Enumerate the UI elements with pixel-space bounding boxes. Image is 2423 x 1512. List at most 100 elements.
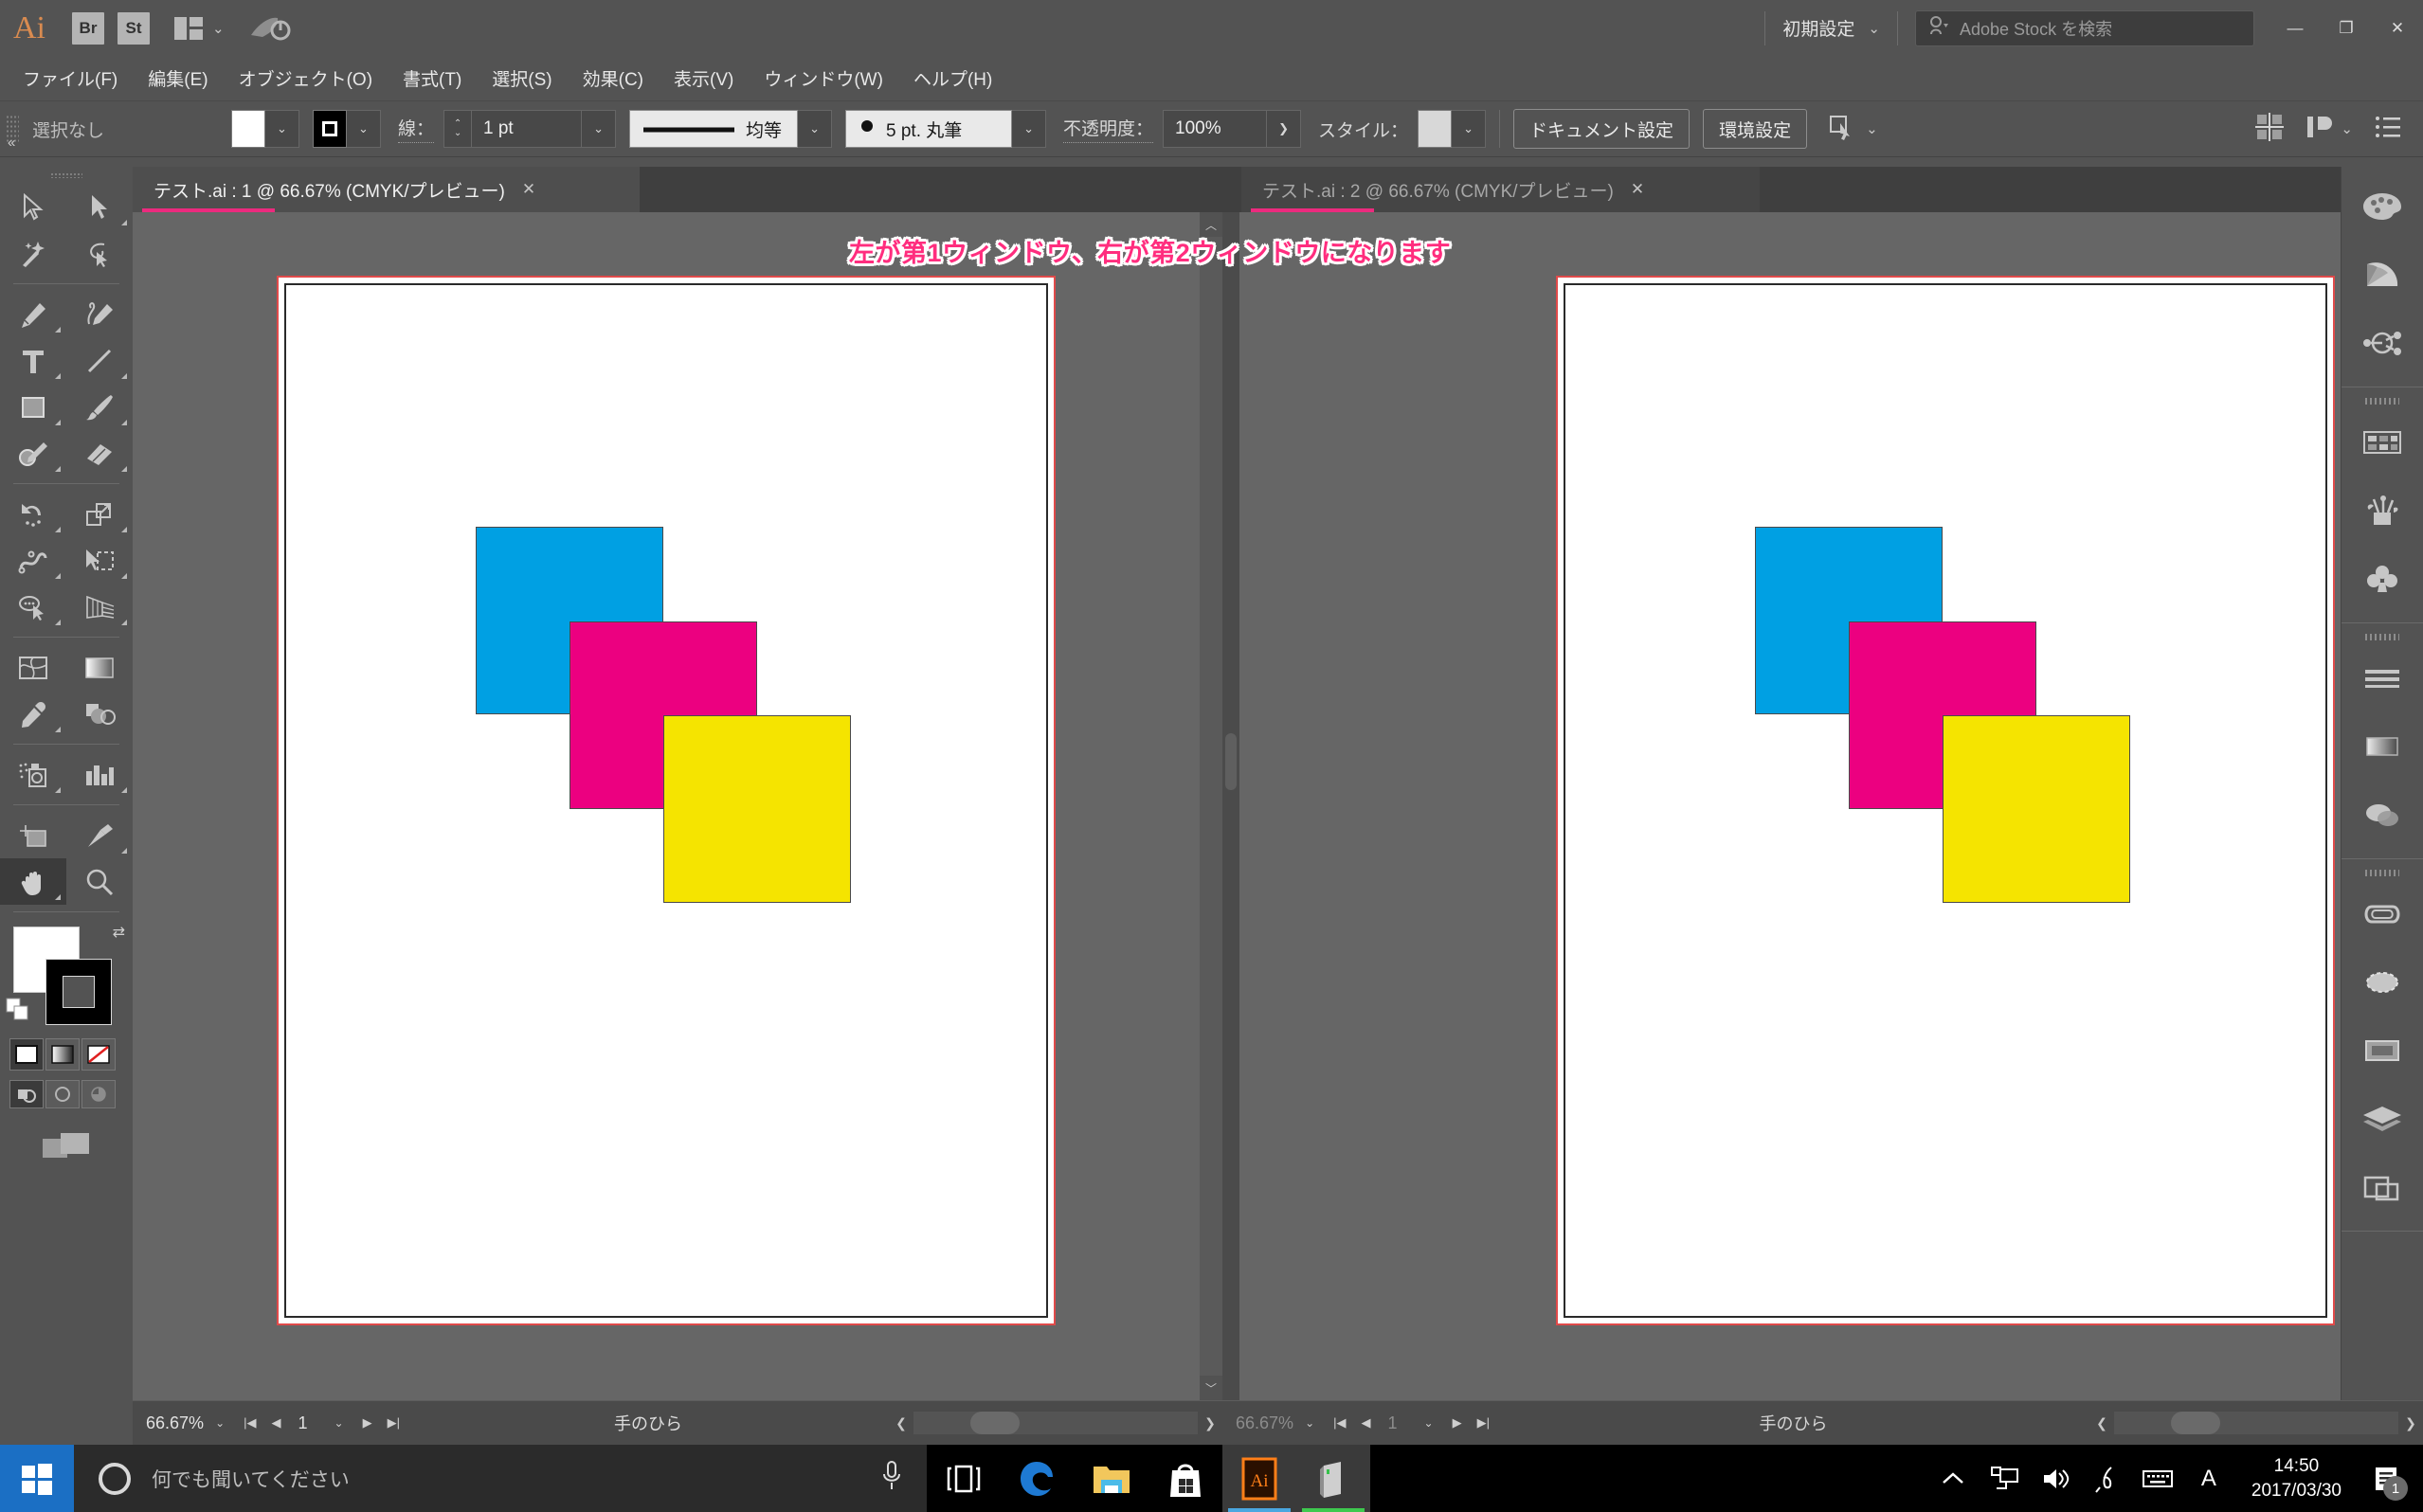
preferences-button[interactable]: 環境設定 [1703,109,1808,149]
dock-group-grip[interactable] [2342,393,2423,408]
swap-fill-stroke-icon[interactable]: ⇄ [113,923,125,942]
tool-column-graph[interactable] [66,751,133,798]
tool-direct-selection[interactable] [66,184,133,230]
document-window-2[interactable]: ︿ ﹀ [1239,212,2423,1400]
brush-definition-dropdown[interactable]: ⌄ [1012,110,1047,148]
maximize-button[interactable]: ❐ [2321,0,2372,56]
window-splitter[interactable] [1222,212,1239,1400]
window-splitter-handle[interactable] [1225,733,1237,790]
rocket-launch-icon[interactable] [249,14,291,43]
draw-behind-icon[interactable] [45,1080,80,1108]
taskbar-app-microsoft-store[interactable] [1148,1445,1222,1512]
zoom-dropdown-icon[interactable]: ⌄ [1303,1416,1326,1430]
tool-lasso[interactable] [66,230,133,277]
transparency-panel-icon[interactable] [2342,781,2423,849]
tool-magic-wand[interactable] [0,230,66,277]
last-page-icon[interactable]: ▶| [380,1415,407,1431]
tool-gradient[interactable] [66,644,133,691]
scroll-track[interactable] [913,1412,1198,1434]
tab-document-1[interactable]: テスト.ai : 1 @ 66.67% (CMYK/プレビュー) ✕ [133,167,640,212]
brushes-panel-icon[interactable] [2342,477,2423,545]
layers-panel-icon[interactable] [2342,1085,2423,1153]
tools-panel-grip[interactable] [0,167,133,184]
tool-selection[interactable] [0,184,66,230]
fill-swatch[interactable] [231,110,265,148]
volume-icon[interactable] [2030,1445,2081,1512]
current-tool-name-2[interactable]: 手のひら [1497,1411,2089,1435]
stroke-weight-value[interactable]: 1 pt [472,110,583,148]
scroll-track[interactable] [2114,1412,2398,1434]
prev-page-icon[interactable]: ◀ [264,1415,289,1431]
tool-rectangle[interactable] [0,384,66,430]
tool-slice[interactable] [66,812,133,858]
distribute-button[interactable]: ⌄ [2305,113,2353,146]
stroke-color-swatch[interactable] [45,959,112,1025]
zoom-dropdown-icon[interactable]: ⌄ [213,1416,236,1430]
page-number-1[interactable]: 1 [289,1413,333,1433]
next-page-icon[interactable]: ▶ [355,1415,380,1431]
close-button[interactable]: ✕ [2372,0,2423,56]
close-icon[interactable]: ✕ [522,180,535,199]
dock-group-grip[interactable] [2342,865,2423,880]
stock-button[interactable]: St [118,11,150,45]
select-similar-button[interactable]: ⌄ [1828,114,1878,145]
color-panel-icon[interactable] [2342,172,2423,241]
gradient-swatch-icon[interactable] [45,1038,80,1071]
tool-symbol-sprayer[interactable] [0,751,66,798]
symbols-panel-icon[interactable] [2342,545,2423,613]
scroll-thumb[interactable] [970,1412,1020,1434]
tool-rotate[interactable] [0,491,66,537]
workspace-switcher[interactable]: 初期設定 ⌄ [1773,15,1890,41]
close-icon[interactable]: ✕ [1631,180,1644,199]
microphone-icon[interactable] [881,1460,902,1497]
style-swatch[interactable] [1418,110,1453,148]
stroke-weight-dropdown[interactable]: ⌄ [582,110,617,148]
tool-zoom[interactable] [66,858,133,905]
menu-type[interactable]: 書式(T) [388,56,477,101]
pen-input-icon[interactable] [2081,1445,2132,1512]
tool-paintbrush[interactable] [66,384,133,430]
menu-window[interactable]: ウィンドウ(W) [749,56,898,101]
last-page-icon[interactable]: ▶| [1470,1415,1497,1431]
taskbar-app-server[interactable] [1296,1445,1370,1512]
stroke-control[interactable]: ⌄ [313,110,381,148]
gradient-panel-icon[interactable] [2342,712,2423,781]
fill-control[interactable]: ⌄ [231,110,299,148]
default-fill-stroke-icon[interactable] [4,996,36,1029]
task-view-button[interactable] [927,1445,1001,1512]
dock-group-grip[interactable] [2342,629,2423,644]
stock-search-input[interactable]: Adobe Stock を検索 [1915,9,2254,46]
stroke-profile-dropdown[interactable]: ⌄ [798,110,833,148]
menu-file[interactable]: ファイル(F) [8,56,133,101]
keyboard-icon[interactable] [2132,1445,2183,1512]
taskbar-app-adobe-illustrator[interactable]: Ai [1222,1445,1296,1512]
tool-blend[interactable] [66,691,133,737]
next-page-icon[interactable]: ▶ [1445,1415,1470,1431]
align-icon[interactable] [2255,112,2285,146]
scroll-down-icon[interactable]: ﹀ [1200,1376,1222,1400]
tool-hand[interactable] [0,858,66,905]
tool-type[interactable] [0,337,66,384]
stroke-profile-control[interactable]: 均等 [629,110,799,148]
network-icon[interactable] [1979,1445,2030,1512]
menu-view[interactable]: 表示(V) [659,56,749,101]
tool-shaper[interactable] [0,430,66,477]
page-number-2[interactable]: 1 [1379,1413,1422,1433]
menu-object[interactable]: オブジェクト(O) [224,56,388,101]
draw-normal-icon[interactable] [9,1080,44,1108]
show-hidden-icons-button[interactable] [1927,1445,1979,1512]
artboards-panel-icon[interactable] [2342,1153,2423,1221]
collapse-panel-icon[interactable]: « [8,135,15,151]
page-dropdown-icon[interactable]: ⌄ [333,1416,355,1430]
tool-curvature[interactable] [66,291,133,337]
vertical-scrollbar-1[interactable]: ︿ ﹀ [1200,212,1222,1400]
stroke-dropdown-chevron[interactable]: ⌄ [347,110,381,148]
zoom-level-1[interactable]: 66.67% [133,1413,213,1433]
action-center-button[interactable]: 1 [2359,1445,2414,1512]
color-swatch-icon[interactable] [9,1038,44,1071]
ime-mode-icon[interactable]: A [2183,1445,2234,1512]
opacity-value[interactable]: 100% [1163,110,1268,148]
creative-cloud-libraries-icon[interactable] [2342,880,2423,948]
yellow-square[interactable] [663,715,851,903]
current-tool-name-1[interactable]: 手のひら [407,1411,889,1435]
